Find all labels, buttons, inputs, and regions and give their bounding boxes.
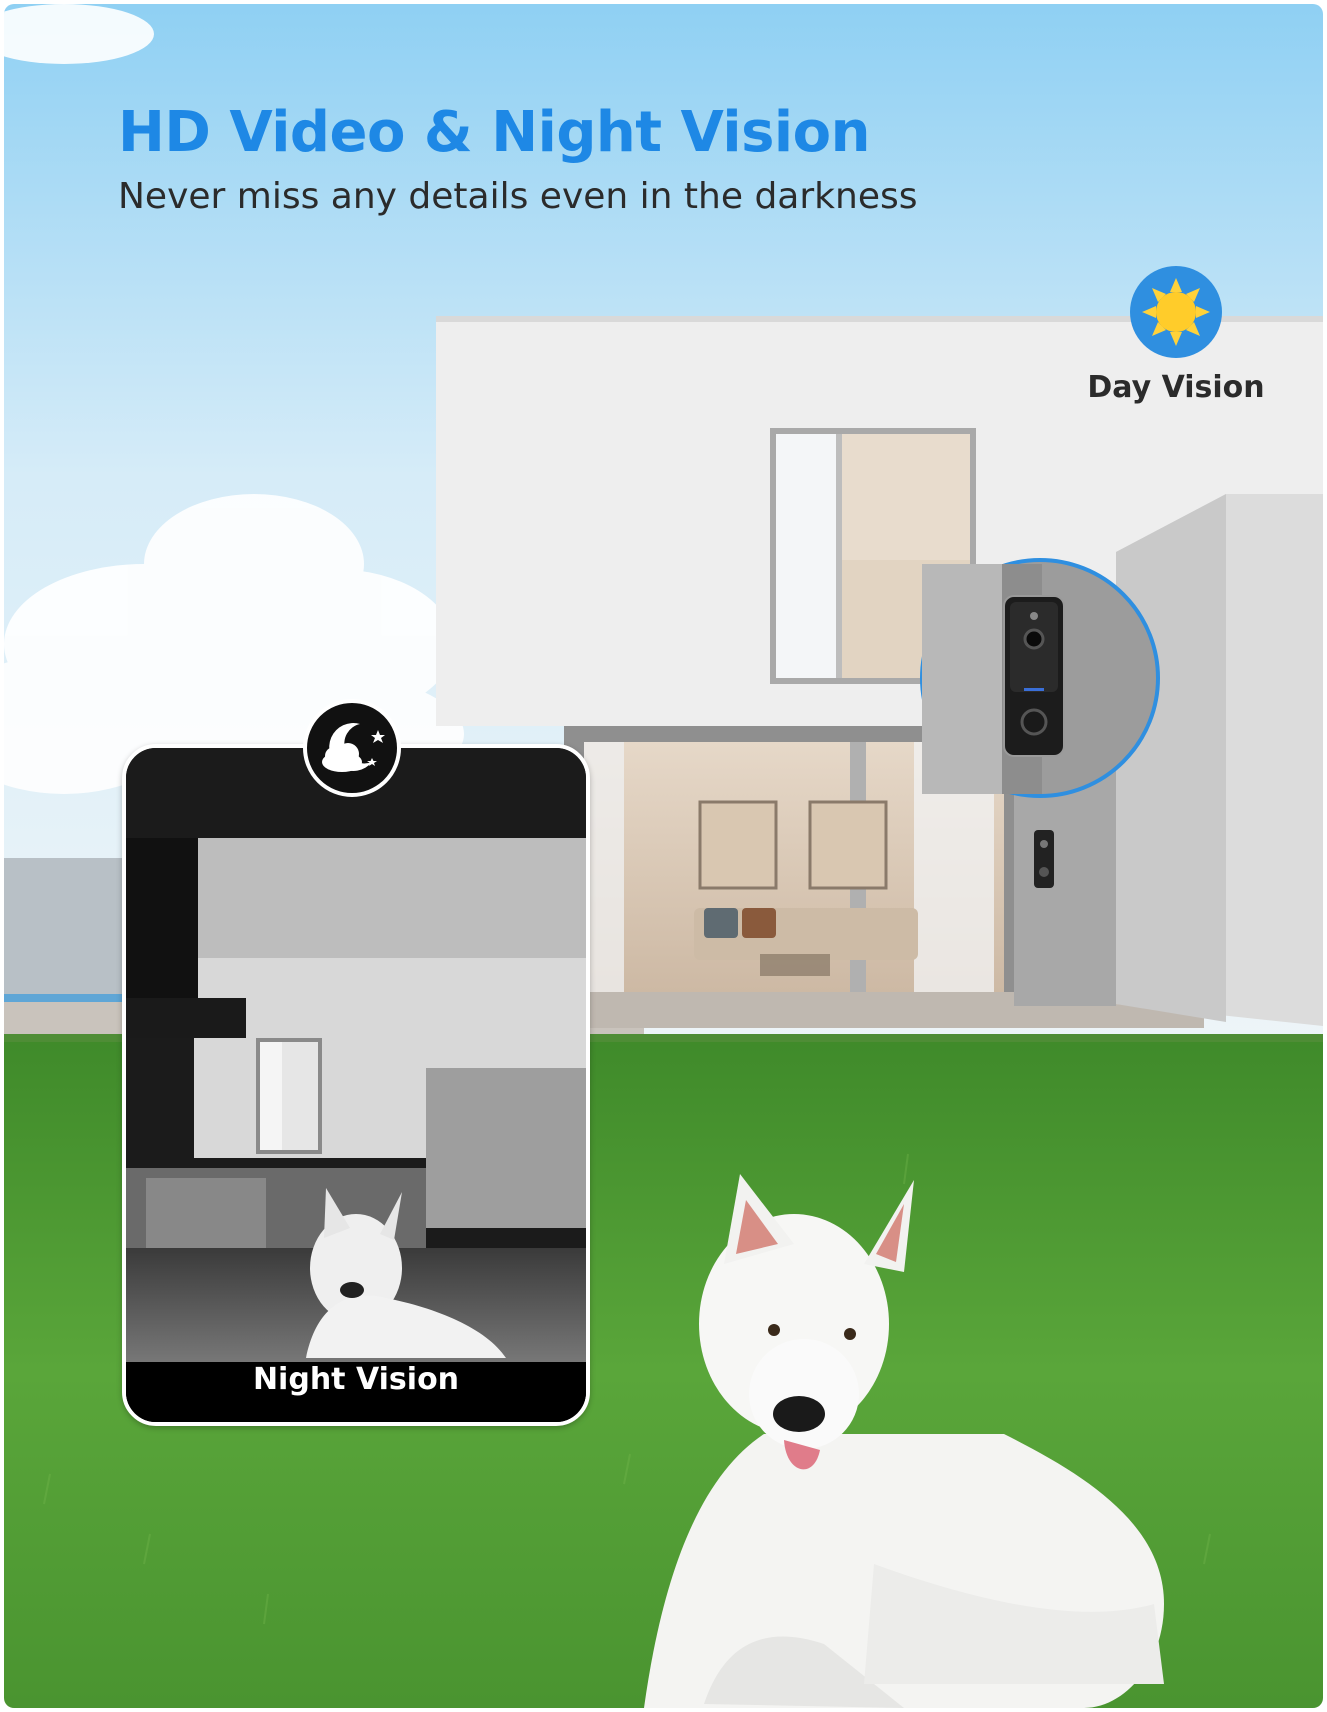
moon-cloud-stars-icon: [303, 699, 401, 797]
night-vision-card: Night Vision: [122, 744, 590, 1426]
headline: HD Video & Night Vision: [118, 100, 870, 165]
subheadline: Never miss any details even in the darkn…: [118, 176, 918, 217]
night-vision-image: [126, 748, 586, 1422]
sun-icon: [1130, 266, 1222, 358]
day-vision-label: Day Vision: [1087, 370, 1265, 405]
doorbell-zoom: [920, 558, 1160, 798]
night-vision-label: Night Vision: [252, 1362, 460, 1397]
product-banner: HD Video & Night Vision Never miss any d…: [4, 4, 1323, 1708]
